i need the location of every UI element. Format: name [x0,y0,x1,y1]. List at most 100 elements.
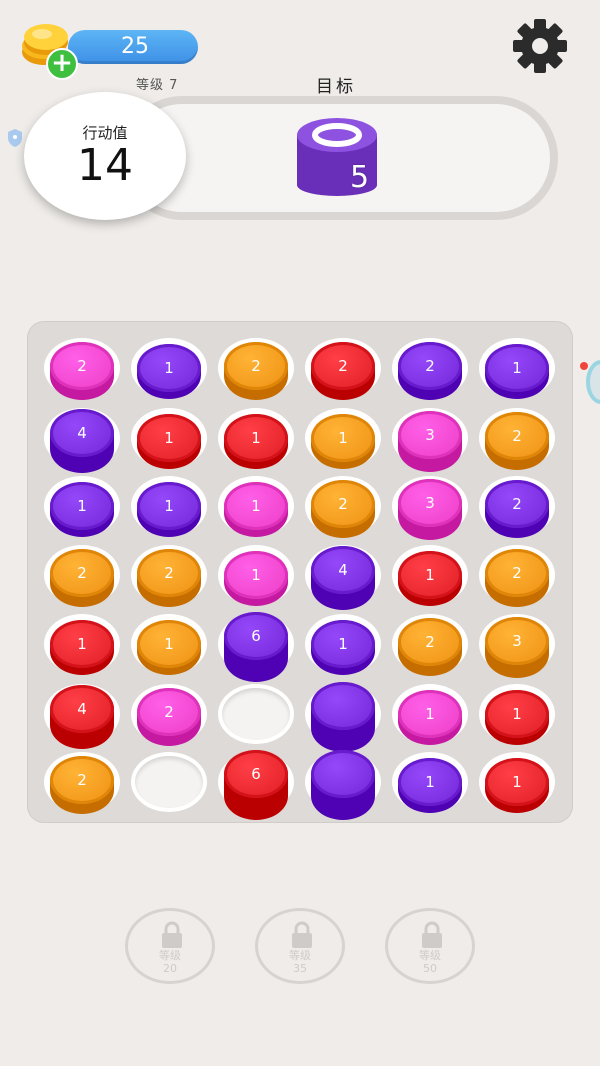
chip-count: 4 [77,424,87,442]
chip-count: 1 [512,358,522,377]
empty-slot[interactable] [222,688,290,740]
board-cell[interactable] [216,682,296,748]
lock-level-label: 等级 35 [258,949,342,975]
chip-count: 1 [512,772,522,791]
chip-count: 1 [77,634,87,653]
board-cell[interactable]: 1 [477,682,557,748]
chip-purple[interactable] [311,682,375,730]
board-cell[interactable]: 2 [477,406,557,472]
lock-label-text: 等级 [289,949,311,962]
chip-count: 1 [251,428,261,447]
board-cell[interactable]: 1 [129,612,209,678]
board-cell[interactable]: 6 [216,750,296,820]
board-cell[interactable]: 1 [390,750,470,816]
board-cell[interactable]: 2 [303,474,383,540]
board-cell[interactable]: 3 [477,612,557,678]
chip-count: 6 [251,765,261,783]
chip-count: 3 [425,425,435,444]
board-cell[interactable]: 2 [42,543,122,609]
board-cell[interactable]: 1 [129,474,209,540]
chip-count: 2 [338,357,348,375]
chip-count: 1 [512,704,522,723]
add-coins-button[interactable]: + [46,48,78,80]
board-cell[interactable]: 2 [42,336,122,402]
board-cell[interactable]: 6 [216,612,296,682]
board-cell[interactable]: 4 [303,543,383,610]
lock-icon [292,921,312,948]
locked-slot[interactable]: 等级 20 [125,908,215,984]
board-cell[interactable]: 1 [42,474,122,540]
chip-count: 2 [164,703,174,721]
board-cell[interactable]: 4 [42,682,122,749]
board-cell[interactable]: 2 [42,750,122,816]
chip-count: 4 [77,700,87,718]
lock-level-label: 等级 50 [388,949,472,975]
board-cell[interactable]: 2 [390,612,470,678]
board-cell[interactable]: 1 [477,336,557,402]
chip-count: 6 [251,627,261,645]
goal-label: 目标 [316,77,356,97]
lock-level-number: 50 [423,962,437,975]
board-cell[interactable]: 4 [42,406,122,473]
lock-icon [162,921,182,948]
chip-count: 2 [77,357,87,375]
chip-count: 1 [164,358,174,377]
chip-count: 2 [338,495,348,513]
board-cell[interactable]: 1 [390,543,470,609]
chip-count: 2 [164,564,174,582]
board-cell[interactable]: 2 [477,543,557,609]
chip-count: 1 [164,428,174,447]
lock-icon [422,921,442,948]
board-cell[interactable]: 1 [129,336,209,402]
board-cell[interactable]: 1 [216,474,296,540]
coin-amount: 25 [121,34,149,59]
board-cell[interactable]: 3 [390,406,470,472]
board-cell[interactable]: 1 [216,543,296,609]
board-cell[interactable]: 1 [390,682,470,748]
board-cell[interactable] [303,682,383,752]
chip-count: 2 [425,633,435,651]
shield-icon[interactable] [6,128,24,148]
board-cell[interactable]: 2 [216,336,296,402]
board-cell[interactable]: 2 [390,336,470,402]
board-cell[interactable] [129,750,209,816]
chip-count: 1 [251,496,261,515]
chip-count: 1 [164,634,174,653]
chip-count: 2 [512,427,522,445]
lock-level-number: 20 [163,962,177,975]
lock-level-number: 35 [293,962,307,975]
chip-count: 1 [251,565,261,584]
board-cell[interactable]: 2 [477,474,557,540]
locked-slot[interactable]: 等级 35 [255,908,345,984]
chip-count: 2 [512,564,522,582]
board-cell[interactable]: 2 [129,543,209,609]
board-cell[interactable]: 1 [477,750,557,816]
empty-slot[interactable] [135,756,203,808]
chip-count: 2 [251,357,261,375]
board-cell[interactable]: 1 [216,406,296,472]
board-cell[interactable]: 1 [42,612,122,678]
board-cell[interactable]: 1 [303,406,383,472]
board-cell[interactable]: 2 [303,336,383,402]
board-cell[interactable]: 2 [129,682,209,748]
chip-count: 1 [425,772,435,791]
board-cell[interactable]: 1 [303,612,383,678]
board-cell[interactable]: 1 [129,406,209,472]
locked-slot[interactable]: 等级 50 [385,908,475,984]
board-cell[interactable] [303,750,383,820]
moves-value: 14 [77,140,133,191]
lock-label-text: 等级 [419,949,441,962]
settings-gear-icon[interactable] [510,18,570,74]
coin-counter: 25 + [18,22,198,80]
game-board: 21222141113211123222141211612342112611 [28,322,572,822]
chip-count: 1 [164,496,174,515]
notification-dot [580,362,588,370]
chip-purple[interactable] [311,750,375,798]
chip-count: 3 [425,493,435,512]
chip-count: 1 [338,634,348,653]
board-cell[interactable]: 3 [390,474,470,540]
chip-count: 2 [77,564,87,582]
side-menu-handle[interactable] [586,360,600,404]
chip-count: 1 [77,496,87,515]
chip-count: 3 [512,631,522,650]
